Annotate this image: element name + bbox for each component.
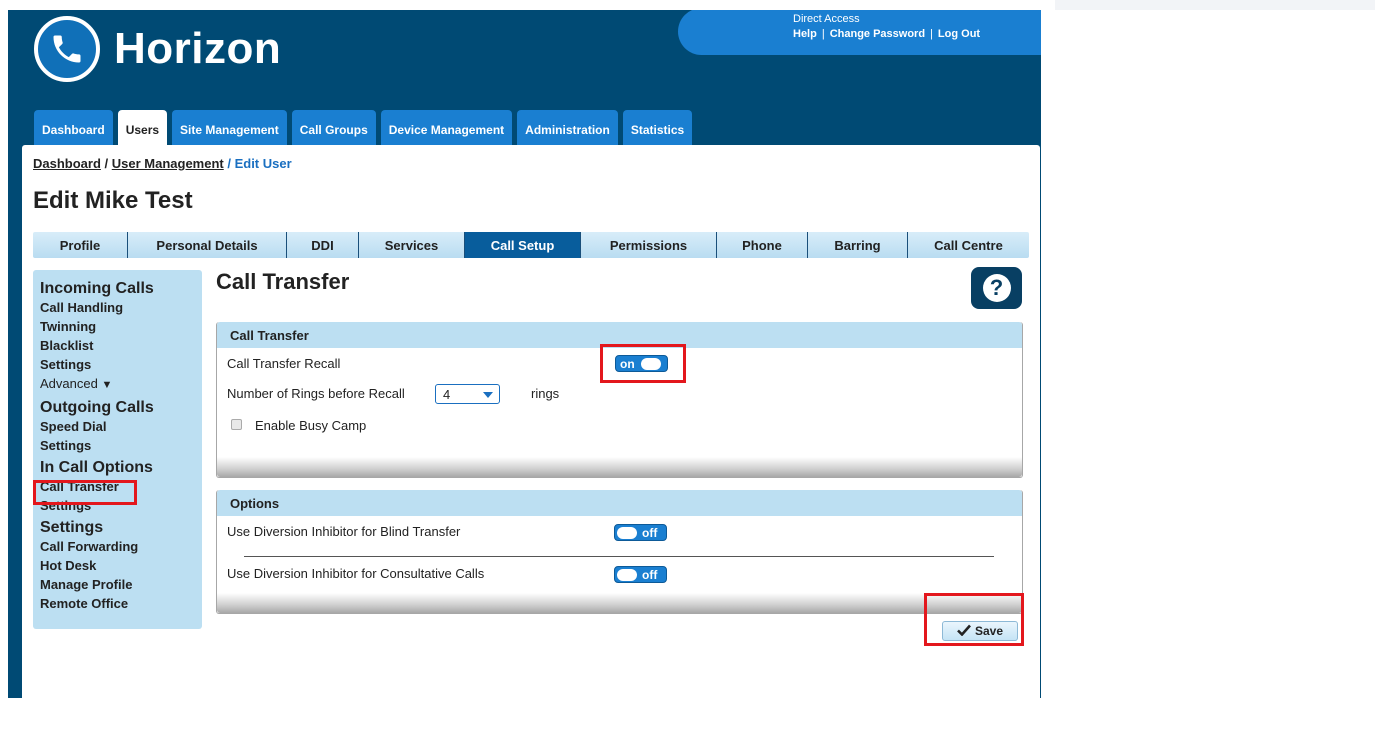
- consultative-calls-label: Use Diversion Inhibitor for Consultative…: [227, 566, 485, 581]
- account-bar: Direct Access Help | Change Password | Log O…: [678, 10, 1041, 55]
- advanced-label: Advanced: [40, 376, 98, 391]
- sidebar-item-outgoing-settings[interactable]: Settings: [40, 436, 202, 455]
- sidebar-heading-incoming-calls: Incoming Calls: [40, 280, 154, 297]
- sidebar-item-call-handling[interactable]: Call Handling: [40, 298, 202, 317]
- tab-dashboard[interactable]: Dashboard: [34, 110, 113, 145]
- sidebar-item-hot-desk[interactable]: Hot Desk: [40, 556, 202, 575]
- sidebar-item-manage-profile[interactable]: Manage Profile: [40, 575, 202, 594]
- sidebar-item-call-forwarding[interactable]: Call Forwarding: [40, 537, 202, 556]
- options-box: Options Use Diversion Inhibitor for Blin…: [216, 490, 1023, 614]
- breadcrumb: Dashboard / User Management / Edit User: [33, 156, 292, 171]
- tab-device-management[interactable]: Device Management: [380, 110, 513, 145]
- call-setup-sidebar: Incoming Calls Call Handling Twinning Bl…: [33, 270, 202, 629]
- sidebar-item-twinning[interactable]: Twinning: [40, 317, 202, 336]
- subtab-personal-details[interactable]: Personal Details: [128, 232, 287, 258]
- sidebar-heading-settings: Settings: [40, 519, 104, 536]
- box-footer: [217, 593, 1022, 613]
- user-sub-tabs: Profile Personal Details DDI Services Ca…: [33, 232, 1029, 258]
- subtab-call-centre[interactable]: Call Centre: [908, 232, 1029, 258]
- subtab-profile[interactable]: Profile: [33, 232, 128, 258]
- rings-select-value: 4: [443, 386, 451, 402]
- tab-call-groups[interactable]: Call Groups: [291, 110, 376, 145]
- horizon-logo[interactable]: Horizon: [34, 12, 281, 86]
- caret-down-icon: ▼: [101, 379, 113, 391]
- sidebar-heading-in-call-options: In Call Options: [40, 459, 153, 476]
- sidebar-heading-outgoing-calls: Outgoing Calls: [40, 399, 154, 416]
- busy-camp-checkbox[interactable]: [231, 419, 242, 430]
- sidebar-item-remote-office[interactable]: Remote Office: [40, 594, 202, 613]
- help-link[interactable]: Help: [793, 28, 817, 40]
- direct-access-label: Direct Access: [793, 13, 860, 25]
- toggle-state-text: off: [642, 525, 658, 540]
- subtab-barring[interactable]: Barring: [808, 232, 908, 258]
- tab-users[interactable]: Users: [117, 110, 168, 145]
- highlight-box-recall-toggle: [600, 344, 686, 383]
- chevron-down-icon: [483, 392, 493, 398]
- phone-icon: [34, 16, 100, 82]
- account-links: Help | Change Password | Log Out: [793, 28, 980, 40]
- options-divider: [244, 556, 994, 557]
- page-title: Edit Mike Test: [33, 187, 193, 214]
- brand-name: Horizon: [114, 24, 282, 73]
- subtab-ddi[interactable]: DDI: [287, 232, 359, 258]
- toggle-knob: [617, 526, 637, 539]
- highlight-box-save-button: [924, 593, 1024, 646]
- top-right-gray-strip: [1055, 0, 1375, 10]
- main-nav-tabs: Dashboard Users Site Management Call Gro…: [34, 110, 693, 145]
- rings-before-recall-label: Number of Rings before Recall: [227, 386, 405, 401]
- subtab-phone[interactable]: Phone: [717, 232, 808, 258]
- sidebar-item-incoming-settings[interactable]: Settings: [40, 355, 202, 374]
- sidebar-item-speed-dial[interactable]: Speed Dial: [40, 417, 202, 436]
- breadcrumb-separator: /: [100, 156, 112, 171]
- tab-site-management[interactable]: Site Management: [172, 110, 287, 145]
- consultative-calls-toggle[interactable]: off: [614, 566, 667, 583]
- tab-administration[interactable]: Administration: [517, 110, 618, 145]
- rings-select[interactable]: 4: [435, 384, 500, 404]
- rings-suffix: rings: [531, 386, 560, 401]
- toggle-knob: [617, 568, 637, 581]
- breadcrumb-user-management[interactable]: User Management: [112, 156, 224, 171]
- subtab-call-setup[interactable]: Call Setup: [465, 232, 581, 258]
- subtab-permissions[interactable]: Permissions: [581, 232, 717, 258]
- section-title: Call Transfer: [216, 269, 350, 294]
- blind-transfer-label: Use Diversion Inhibitor for Blind Transf…: [227, 524, 461, 539]
- tab-statistics[interactable]: Statistics: [622, 110, 693, 145]
- busy-camp-label: Enable Busy Camp: [255, 418, 367, 433]
- sidebar-item-advanced[interactable]: Advanced ▼: [40, 374, 202, 395]
- sidebar-item-blacklist[interactable]: Blacklist: [40, 336, 202, 355]
- change-password-link[interactable]: Change Password: [830, 28, 925, 40]
- app-shell: Horizon Direct Access Help | Change Passwo…: [8, 10, 1041, 698]
- help-button[interactable]: ?: [971, 267, 1022, 309]
- toggle-state-text: off: [642, 567, 658, 582]
- highlight-box-call-transfer-item: [33, 480, 137, 505]
- subtab-services[interactable]: Services: [359, 232, 465, 258]
- separator: |: [930, 28, 933, 40]
- breadcrumb-dashboard[interactable]: Dashboard: [33, 156, 101, 171]
- blind-transfer-toggle[interactable]: off: [614, 524, 667, 541]
- options-box-heading: Options: [217, 490, 1022, 516]
- box-footer: [217, 457, 1022, 477]
- content-panel: Dashboard / User Management / Edit User …: [22, 145, 1040, 698]
- log-out-link[interactable]: Log Out: [938, 28, 980, 40]
- separator: |: [821, 28, 825, 40]
- call-transfer-recall-label: Call Transfer Recall: [227, 356, 341, 371]
- breadcrumb-separator: /: [223, 156, 235, 171]
- breadcrumb-current: Edit User: [234, 156, 292, 171]
- question-mark-icon: ?: [982, 274, 1011, 302]
